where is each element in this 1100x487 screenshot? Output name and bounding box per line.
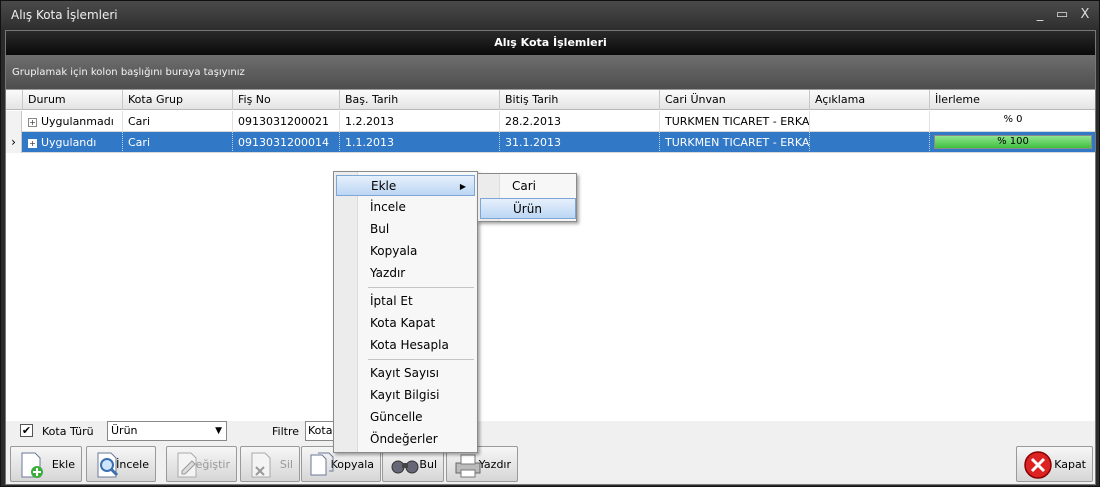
menu-item-label: Ekle — [371, 179, 397, 193]
group-hint: Gruplamak için kolon başlığını buraya ta… — [12, 67, 245, 78]
progress-bar: % 100 — [934, 135, 1092, 149]
magnifier-icon — [97, 452, 119, 478]
expand-icon[interactable]: + — [28, 117, 37, 127]
cell-durum: + Uygulandı — [23, 132, 123, 153]
incele-button[interactable]: İncele — [86, 446, 156, 482]
menu-item-guncelle[interactable]: Güncelle — [336, 407, 475, 428]
kota-turu-select[interactable]: Ürün ▼ — [107, 421, 227, 441]
menu-item-bul[interactable]: Bul — [336, 219, 475, 240]
add-document-icon — [21, 452, 43, 478]
bul-label: Bul — [419, 458, 437, 471]
kota-turu-label: Kota Türü — [42, 425, 94, 438]
kapat-button[interactable]: Kapat — [1016, 446, 1093, 482]
panel-header: Alış Kota İşlemleri — [6, 31, 1095, 55]
submenu-item-urun[interactable]: Ürün — [480, 198, 576, 219]
cell-fis-no: 0913031200021 — [233, 111, 340, 132]
column-header-bitis-tarih[interactable]: Bitiş Tarih — [500, 90, 660, 110]
cell-bitis-tarih: 28.2.2013 — [500, 111, 660, 132]
menu-item-kopyala[interactable]: Kopyala — [336, 241, 475, 262]
cell-cari-unvan: TURKMEN TICARET - ERKA... — [660, 132, 810, 153]
column-header-aciklama[interactable]: Açıklama — [810, 90, 930, 110]
row-indicator — [6, 111, 22, 132]
copy-icon — [310, 452, 334, 476]
menu-separator — [368, 359, 474, 360]
close-window-button[interactable]: X — [1076, 6, 1094, 24]
menu-item-iptal-et[interactable]: İptal Et — [336, 291, 475, 312]
context-menu: Ekle ▶ İncele Bul Kopyala Yazdır İptal Et… — [333, 171, 478, 453]
toolbar: Ekle İncele Değiştir Sil Kopyala Bul Yaz… — [6, 444, 1095, 484]
column-header-fis-no[interactable]: Fiş No — [233, 90, 340, 110]
menu-item-kota-hesapla[interactable]: Kota Hesapla — [336, 335, 475, 356]
ekle-label: Ekle — [51, 458, 75, 471]
cell-durum-text: Uygulanmadı — [41, 115, 114, 128]
maximize-button[interactable]: ▭ — [1053, 6, 1071, 24]
menu-item-kayit-sayisi[interactable]: Kayıt Sayısı — [336, 363, 475, 384]
row-indicator: › — [6, 132, 22, 153]
window-title: Alış Kota İşlemleri — [11, 8, 118, 22]
incele-label: İncele — [116, 458, 149, 471]
column-header-durum[interactable]: Durum — [23, 90, 123, 110]
filter-bar: ✔ Kota Türü Ürün ▼ Filtre Kotal — [6, 421, 1095, 442]
menu-item-ekle[interactable]: Ekle ▶ — [336, 175, 475, 196]
ekle-button[interactable]: Ekle — [10, 446, 82, 482]
title-bar: Alış Kota İşlemleri _ ▭ X — [1, 1, 1099, 30]
main-panel: Alış Kota İşlemleri Gruplamak için kolon… — [5, 30, 1096, 485]
close-circle-icon — [1024, 451, 1052, 479]
minimize-button[interactable]: _ — [1031, 6, 1049, 24]
cell-kota-grup: Cari — [123, 111, 233, 132]
cell-durum: + Uygulanmadı — [23, 111, 123, 132]
menu-item-ondegerler[interactable]: Öndeğerler — [336, 429, 475, 450]
printer-icon — [455, 454, 481, 478]
cell-durum-text: Uygulandı — [41, 136, 97, 149]
grid-header: Durum Kota Grup Fiş No Baş. Tarih Bitiş … — [6, 90, 1095, 110]
kota-turu-checkbox[interactable]: ✔ — [20, 424, 33, 437]
kopyala-label: Kopyala — [330, 458, 374, 471]
main-window: Alış Kota İşlemleri _ ▭ X Alış Kota İşle… — [0, 0, 1100, 487]
cell-aciklama — [810, 111, 930, 132]
header-indicator — [6, 90, 23, 110]
menu-item-kota-kapat[interactable]: Kota Kapat — [336, 313, 475, 334]
cell-bitis-tarih: 31.1.2013 — [500, 132, 660, 153]
menu-item-incele[interactable]: İncele — [336, 197, 475, 218]
cell-ilerleme: % 100 — [930, 132, 1095, 153]
expand-icon[interactable]: + — [28, 138, 37, 148]
sil-button[interactable]: Sil — [240, 446, 300, 482]
cell-fis-no: 0913031200014 — [233, 132, 340, 153]
column-header-ilerleme[interactable]: İlerleme — [930, 90, 1095, 110]
submenu-item-cari[interactable]: Cari — [480, 176, 576, 197]
cell-bas-tarih: 1.1.2013 — [340, 132, 500, 153]
table-row[interactable]: + Uygulanmadı Cari 0913031200021 1.2.2013… — [6, 111, 1095, 132]
progress-text: % 0 — [1003, 114, 1023, 125]
menu-item-kayit-bilgisi[interactable]: Kayıt Bilgisi — [336, 385, 475, 406]
progress-bar: % 0 — [934, 114, 1092, 128]
column-header-bas-tarih[interactable]: Baş. Tarih — [340, 90, 500, 110]
cell-bas-tarih: 1.2.2013 — [340, 111, 500, 132]
menu-separator — [368, 287, 474, 288]
kapat-label: Kapat — [1054, 458, 1086, 471]
table-row-selected[interactable]: › + Uygulandı Cari 0913031200014 1.1.2013… — [6, 132, 1095, 153]
cell-aciklama — [810, 132, 930, 153]
column-header-kota-grup[interactable]: Kota Grup — [123, 90, 233, 110]
kota-turu-value: Ürün — [111, 424, 138, 437]
sil-label: Sil — [279, 458, 293, 471]
cell-cari-unvan: TURKMEN TICARET - ERKA... — [660, 111, 810, 132]
menu-item-yazdir[interactable]: Yazdır — [336, 263, 475, 284]
chevron-down-icon[interactable]: ▼ — [215, 422, 222, 440]
degistir-button[interactable]: Değiştir — [166, 446, 237, 482]
chevron-right-icon: ▶ — [459, 182, 466, 191]
context-submenu: Cari Ürün — [477, 173, 577, 222]
group-by-area[interactable]: Gruplamak için kolon başlığını buraya ta… — [6, 55, 1095, 89]
filtre-label: Filtre — [272, 425, 300, 438]
binoculars-icon — [391, 460, 419, 474]
data-grid: Durum Kota Grup Fiş No Baş. Tarih Bitiş … — [6, 89, 1095, 421]
cell-kota-grup: Cari — [123, 132, 233, 153]
edit-icon — [177, 452, 197, 478]
progress-text: % 100 — [997, 136, 1029, 147]
delete-icon — [251, 452, 271, 478]
column-header-cari-unvan[interactable]: Cari Ünvan — [660, 90, 810, 110]
cell-ilerleme: % 0 — [930, 111, 1095, 132]
